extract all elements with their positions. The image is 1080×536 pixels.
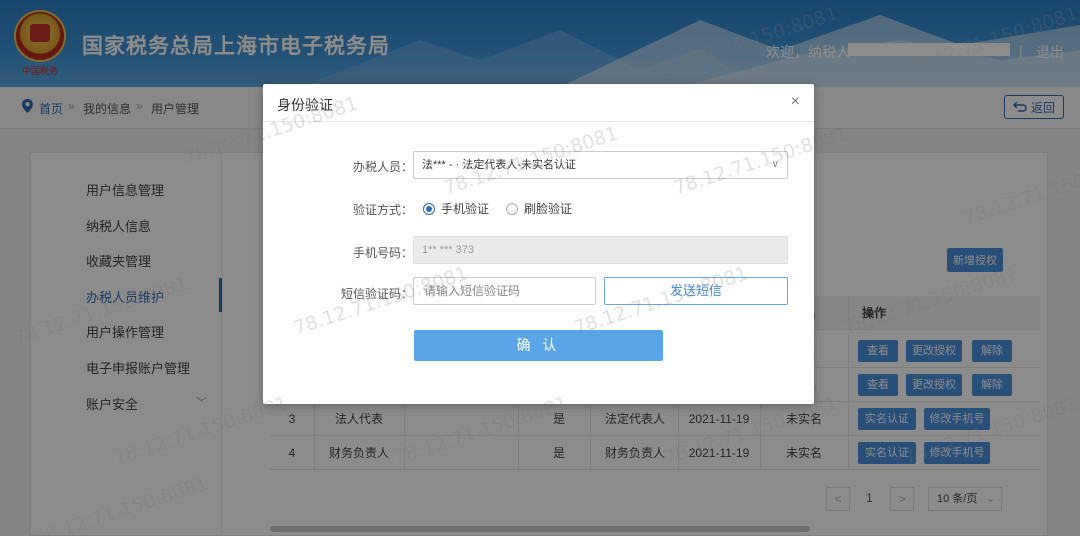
- phone-field: 1** *** 373: [413, 236, 788, 264]
- phone-label: 手机号码：: [352, 246, 413, 260]
- taxpayer-select[interactable]: 法*** - · 法定代表人-未实名认证 ∨: [413, 151, 788, 179]
- confirm-button[interactable]: 确 认: [414, 330, 663, 361]
- sms-code-input[interactable]: 请输入短信验证码: [413, 277, 596, 305]
- identity-verification-dialog: 身份验证 × 办税人员： 法*** - · 法定代表人-未实名认证 ∨ 验证方式…: [263, 84, 814, 404]
- method-label: 验证方式：: [352, 203, 413, 217]
- chevron-down-icon: ∨: [771, 159, 779, 170]
- radio-face-verification[interactable]: 刷脸验证: [506, 200, 572, 217]
- radio-label-phone: 手机验证: [441, 202, 490, 216]
- taxpayer-value: 法*** - · 法定代表人-未实名认证: [422, 159, 576, 171]
- dialog-title: 身份验证: [277, 97, 333, 113]
- send-sms-button[interactable]: 发送短信: [604, 277, 788, 305]
- taxpayer-label: 办税人员：: [352, 160, 413, 174]
- radio-checked-icon: [423, 202, 435, 215]
- sms-code-label: 短信验证码：: [340, 287, 413, 301]
- radio-unchecked-icon: [506, 202, 518, 215]
- dialog-header: 身份验证 ×: [263, 84, 814, 122]
- close-icon[interactable]: ×: [791, 93, 800, 111]
- radio-label-face: 刷脸验证: [524, 202, 573, 216]
- radio-phone-verification[interactable]: 手机验证: [423, 200, 489, 217]
- phone-value: 1** *** 373: [422, 244, 474, 256]
